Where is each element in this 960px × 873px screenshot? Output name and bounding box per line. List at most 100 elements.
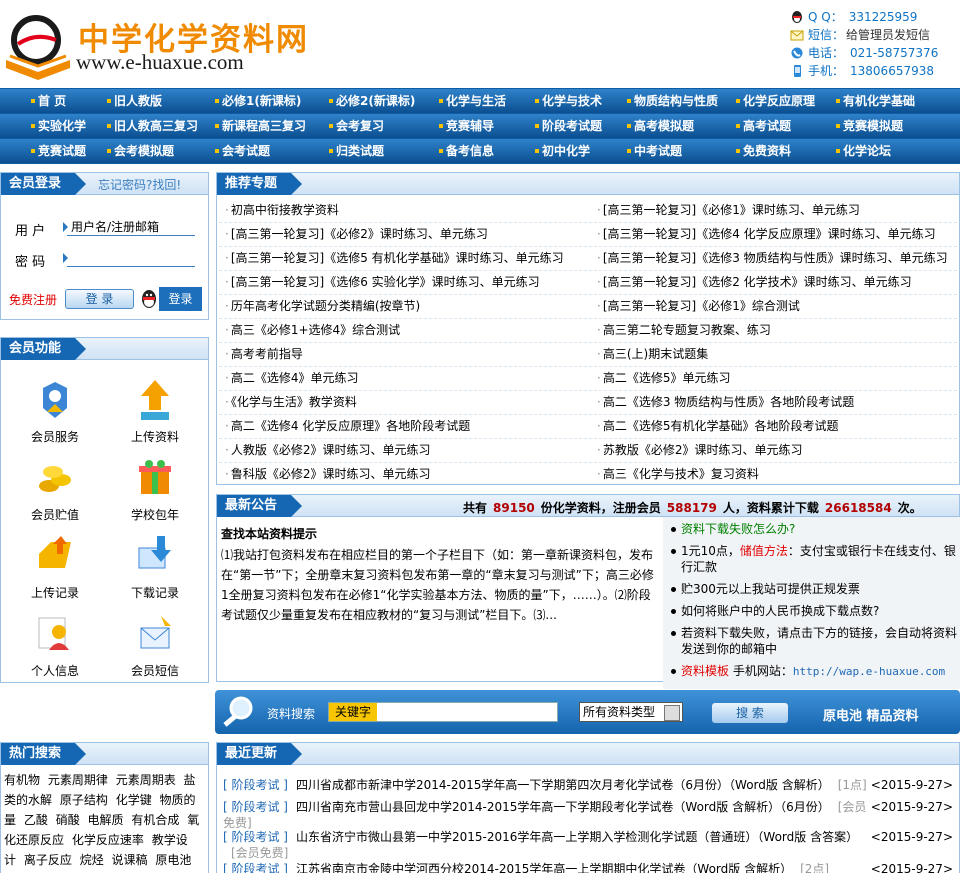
topic-link[interactable]: 人教版《必修2》课时练习、单元练习 [225,438,587,462]
topic-link[interactable]: 高二《选修3 物质结构与性质》各地阶段考试题 [597,390,957,414]
nav-structure[interactable]: 物质结构与性质 [627,89,718,113]
username-input[interactable]: 用户名/注册邮箱 [63,218,195,236]
update-category-link[interactable]: [ 阶段考试 ] [223,778,288,792]
topic-link[interactable]: 高二《选修5有机化学基础》各地阶段考试题 [597,414,957,438]
notice-title[interactable]: 查找本站资料提示 [221,525,317,542]
nav-organic[interactable]: 有机化学基础 [836,89,915,113]
nav-gaokao-exam[interactable]: 高考试题 [736,114,791,138]
sms-link[interactable]: 给管理员发短信 [846,28,930,42]
hot-search-term[interactable]: 原子结构 [60,793,108,807]
nav-contest-mock[interactable]: 竞赛模拟题 [836,114,903,138]
topic-link[interactable]: [高三第一轮复习]《必修1》课时练习、单元练习 [597,198,957,222]
topic-link[interactable]: 高三《必修1+选修4》综合测试 [225,318,587,342]
topic-link[interactable]: 《化学与生活》教学资料 [225,390,587,414]
nav-junior-chem[interactable]: 初中化学 [535,139,590,163]
member-deposit[interactable]: 会员贮值 [15,456,95,523]
nav-hk-exam[interactable]: 会考试题 [215,139,270,163]
faq-convert-points[interactable]: 如何将账户中的人民币换成下载点数? [669,603,960,619]
topic-link[interactable]: 高考考前指导 [225,342,587,366]
topic-link[interactable]: [高三第一轮复习]《选修3 物质结构与性质》课时练习、单元练习 [597,246,957,270]
topic-link[interactable]: 高三第二轮专题复习教案、练习 [597,318,957,342]
nav-chem-tech[interactable]: 化学与技术 [535,89,602,113]
nav-old-senior-review[interactable]: 旧人教高三复习 [107,114,198,138]
nav-free[interactable]: 免费资料 [736,139,791,163]
nav-exam-info[interactable]: 备考信息 [439,139,494,163]
topic-link[interactable]: 高二《选修4 化学反应原理》各地阶段考试题 [225,414,587,438]
mobile-site-link[interactable]: http://wap.e-huaxue.com [793,665,945,678]
nav-new-senior-review[interactable]: 新课程高三复习 [215,114,306,138]
nav-hk-review[interactable]: 会考复习 [329,114,384,138]
topic-link[interactable]: 高二《选修4》单元练习 [225,366,587,390]
topic-link[interactable]: 高三《化学与技术》复习资料 [597,462,957,486]
hot-search-term[interactable]: 化学键 [116,793,152,807]
hot-search-term[interactable]: 说课稿 [112,853,148,867]
upload-resource[interactable]: 上传资料 [115,378,195,445]
nav-stage-exam[interactable]: 阶段考试题 [535,114,602,138]
password-input[interactable] [63,249,195,267]
update-title-link[interactable]: 江苏省南京市金陵中学河西分校2014-2015学年高一上学期期中化学试卷（Wor… [296,862,792,873]
nav-compulsory-2[interactable]: 必修2(新课标) [329,89,415,113]
hot-search-term[interactable]: 乙酸 [24,813,48,827]
nav-zhongkao[interactable]: 中考试题 [627,139,682,163]
deposit-method-link[interactable]: 储值方法 [740,544,788,558]
topic-link[interactable]: 苏教版《必修2》课时练习、单元练习 [597,438,957,462]
hot-search-term[interactable]: 原电池 [155,853,191,867]
topic-link[interactable]: 鲁科版《必修2》课时练习、单元练习 [225,462,587,486]
nav-hk-mock[interactable]: 会考模拟题 [107,139,174,163]
hot-search-term[interactable]: 电解质 [88,813,124,827]
nav-chem-life[interactable]: 化学与生活 [439,89,506,113]
nav-experiment[interactable]: 实验化学 [31,114,86,138]
upload-history[interactable]: 上传记录 [15,534,95,601]
nav-forum[interactable]: 化学论坛 [836,139,891,163]
topic-link[interactable]: [高三第一轮复习]《选修2 化学技术》课时练习、单元练习 [597,270,957,294]
hot-search-term[interactable]: 离子反应 [24,853,72,867]
topic-link[interactable]: [高三第一轮复习]《选修6 实验化学》课时练习、单元练习 [225,270,587,294]
update-category-link[interactable]: [ 阶段考试 ] [223,830,288,844]
hot-search-term[interactable]: 元素周期律 [48,773,108,787]
update-category-link[interactable]: [ 阶段考试 ] [223,862,288,873]
update-title-link[interactable]: 四川省南充市营山县回龙中学2014-2015学年高一下学期段考化学试卷（Word… [296,800,830,814]
free-register-link[interactable]: 免费注册 [9,291,57,308]
topic-link[interactable]: [高三第一轮复习]《选修4 化学反应原理》课时练习、单元练习 [597,222,957,246]
update-category-link[interactable]: [ 阶段考试 ] [223,800,288,814]
notice-body[interactable]: ⑴我站打包资料发布在相应栏目的第一个子栏目下（如：第一章新课资料包，发布在“第一… [221,545,657,625]
member-service[interactable]: 会员服务 [15,378,95,445]
site-logo-icon[interactable] [4,10,74,80]
hot-search-term[interactable]: 元素周期表 [116,773,176,787]
update-title-link[interactable]: 四川省成都市新津中学2014-2015学年高一下学期第四次月考化学试卷（6月份）… [296,778,830,792]
topic-link[interactable]: 高三(上)期末试题集 [597,342,957,366]
update-title-link[interactable]: 山东省济宁市微山县第一中学2015-2016学年高一上学期入学检测化学试题（普通… [296,830,858,844]
nav-home[interactable]: 首 页 [31,89,66,113]
nav-contest-coaching[interactable]: 竞赛辅导 [439,114,494,138]
nav-categorized[interactable]: 归类试题 [329,139,384,163]
hot-search-term[interactable]: 烷烃 [80,853,104,867]
login-button[interactable]: 登 录 [65,289,134,309]
type-select[interactable]: 所有资料类型 [579,702,683,722]
topic-link[interactable]: [高三第一轮复习]《必修2》课时练习、单元练习 [225,222,587,246]
nav-compulsory-1[interactable]: 必修1(新课标) [215,89,301,113]
nav-gaokao-mock[interactable]: 高考模拟题 [627,114,694,138]
member-message[interactable]: 会员短信 [115,612,195,679]
hot-search-term[interactable]: 有机物 [4,773,40,787]
qq-value[interactable]: 331225959 [849,10,918,24]
keyword-input[interactable]: 关键字 [328,702,558,722]
qq-login-button[interactable]: 登录 [159,287,202,311]
personal-info[interactable]: 个人信息 [15,612,95,679]
nav-contest-exam[interactable]: 竞赛试题 [31,139,86,163]
topic-link[interactable]: 高二《选修5》单元练习 [597,366,957,390]
forgot-password-link[interactable]: 忘记密码?找回! [98,176,181,193]
nav-reaction-principle[interactable]: 化学反应原理 [736,89,815,113]
template-link[interactable]: 资料模板 [681,664,729,678]
school-annual[interactable]: 学校包年 [115,456,195,523]
hot-search-term[interactable]: 有机合成 [131,813,179,827]
qq-login-icon[interactable] [139,289,159,309]
download-history[interactable]: 下载记录 [115,534,195,601]
search-button[interactable]: 搜 索 [712,703,788,723]
topic-link[interactable]: 历年高考化学试题分类精编(按章节) [225,294,587,318]
search-promo-link[interactable]: 原电池 精品资料 [823,705,919,724]
topic-link[interactable]: 初高中衔接教学资料 [225,198,587,222]
topic-link[interactable]: [高三第一轮复习]《必修1》综合测试 [597,294,957,318]
topic-link[interactable]: [高三第一轮复习]《选修5 有机化学基础》课时练习、单元练习 [225,246,587,270]
faq-download-failed[interactable]: 资料下载失败怎么办? [669,521,960,537]
nav-old-pep[interactable]: 旧人教版 [107,89,162,113]
